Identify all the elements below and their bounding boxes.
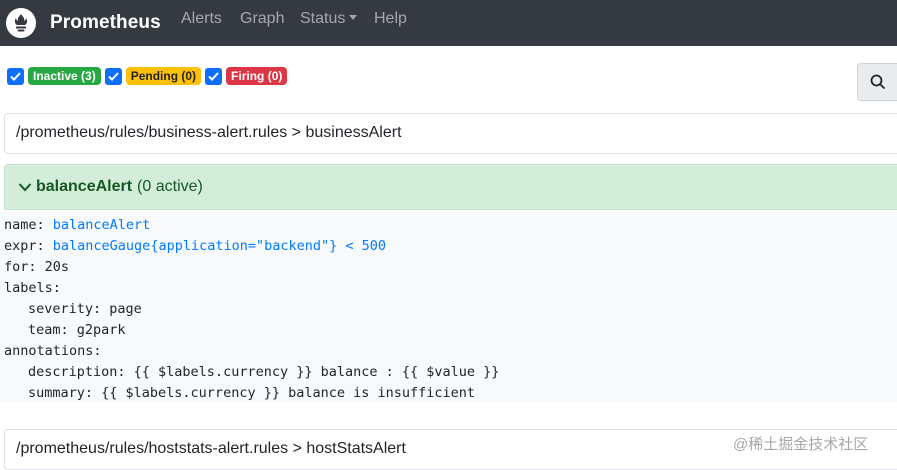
- firing-checkbox[interactable]: [205, 67, 223, 85]
- rule-labels-key: labels:: [4, 280, 61, 296]
- search-button[interactable]: [857, 63, 897, 101]
- rule-name-line: name: balanceAlert: [4, 215, 897, 236]
- brand-name[interactable]: Prometheus: [50, 12, 161, 34]
- rule-expr-link[interactable]: balanceGauge{application="backend"} < 50…: [53, 238, 386, 254]
- rule-name-key: name:: [4, 217, 45, 233]
- pending-badge: Pending (0): [125, 67, 202, 85]
- top-navbar: Prometheus Alerts Graph Status Help: [0, 0, 897, 46]
- pending-checkbox[interactable]: [104, 67, 122, 85]
- nav-graph[interactable]: Graph: [240, 10, 284, 28]
- alert-rule-definition: name: balanceAlert expr: balanceGauge{ap…: [0, 212, 897, 402]
- rule-annotation-description: description: {{ $labels.currency }} bala…: [28, 364, 500, 380]
- prometheus-logo-icon: [6, 8, 36, 38]
- nav-alerts[interactable]: Alerts: [181, 10, 222, 28]
- alert-rule-toggle[interactable]: balanceAlert (0 active): [4, 164, 897, 210]
- brand[interactable]: Prometheus: [6, 8, 161, 38]
- watermark: @稀土掘金技术社区: [733, 436, 869, 453]
- nav-status-dropdown[interactable]: Status: [300, 10, 358, 28]
- rule-name-link[interactable]: balanceAlert: [53, 217, 151, 233]
- rule-group-header: /prometheus/rules/business-alert.rules >…: [4, 113, 897, 154]
- filter-firing[interactable]: Firing (0): [205, 67, 288, 85]
- nav-help[interactable]: Help: [374, 10, 407, 28]
- inactive-badge: Inactive (3): [28, 67, 101, 85]
- rule-for-line: for: 20s: [4, 259, 70, 275]
- inactive-checkbox[interactable]: [7, 67, 24, 85]
- state-filters: Inactive (3) Pending (0) Firing (0): [7, 67, 291, 85]
- alert-active-count: (0 active): [137, 178, 203, 195]
- alert-name: balanceAlert: [36, 178, 133, 195]
- rule-annotation-summary: summary: {{ $labels.currency }} balance …: [28, 385, 476, 401]
- rule-expr-line: expr: balanceGauge{application="backend"…: [4, 236, 897, 257]
- firing-badge: Firing (0): [226, 67, 288, 85]
- rule-label-severity: severity: page: [28, 301, 142, 317]
- search-icon: [870, 74, 886, 90]
- filter-pending[interactable]: Pending (0): [104, 67, 202, 85]
- caret-down-icon: [349, 15, 358, 20]
- rule-annotations-key: annotations:: [4, 343, 102, 359]
- rule-expr-key: expr:: [4, 238, 45, 254]
- rule-label-team: team: g2park: [28, 322, 126, 338]
- chevron-down-icon: [18, 182, 32, 192]
- nav-status-label: Status: [300, 10, 346, 27]
- filter-inactive[interactable]: Inactive (3): [7, 67, 101, 85]
